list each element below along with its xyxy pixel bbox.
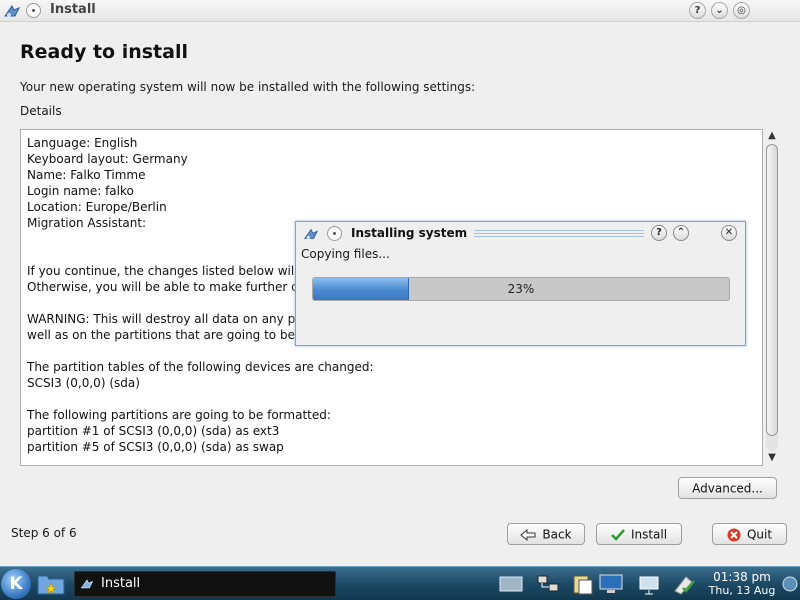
details-line: The following partitions are going to be… — [27, 408, 331, 422]
pin-icon[interactable] — [327, 226, 342, 241]
taskbar-task-install[interactable]: Install — [74, 571, 336, 597]
clock-time: 01:38 pm — [713, 570, 771, 584]
step-indicator: Step 6 of 6 — [11, 526, 77, 540]
intro-text: Your new operating system will now be in… — [20, 80, 476, 94]
monitor-icon[interactable] — [599, 573, 623, 595]
back-button-label: Back — [542, 527, 572, 542]
desktop-switcher-icon[interactable] — [499, 573, 523, 595]
installing-dialog[interactable]: Installing system ? ⌃ ✕ Copying files...… — [295, 221, 746, 346]
maximize-icon[interactable]: ◎ — [733, 2, 750, 19]
window-title: Install — [50, 2, 96, 17]
details-label: Details — [20, 104, 62, 118]
details-scrollbar[interactable]: ▲ ▼ — [764, 129, 780, 466]
details-line: Login name: falko — [27, 184, 134, 198]
installer-app-icon — [80, 579, 94, 589]
task-label: Install — [101, 576, 141, 591]
details-line — [27, 391, 374, 407]
install-button[interactable]: Install — [596, 523, 682, 545]
installer-app-icon — [4, 5, 21, 17]
dialog-titlebar[interactable]: Installing system ? ⌃ ✕ — [296, 222, 745, 245]
quit-button-label: Quit — [746, 527, 773, 542]
details-line: Name: Falko Timme — [27, 168, 146, 182]
details-line: SCSI3 (0,0,0) (sda) — [27, 376, 140, 390]
page-title: Ready to install — [20, 41, 188, 63]
back-arrow-icon — [520, 528, 536, 541]
back-button[interactable]: Back — [507, 523, 585, 545]
details-line: Location: Europe/Berlin — [27, 200, 167, 214]
taskbar: K Install 01:38 pm Thu, 13 Aug — [0, 566, 800, 600]
kmenu-button[interactable]: K — [1, 569, 31, 599]
scroll-thumb[interactable] — [766, 144, 778, 436]
details-line: partition #5 of SCSI3 (0,0,0) (sda) as s… — [27, 440, 284, 454]
collapse-icon[interactable]: ⌃ — [673, 225, 689, 241]
install-button-label: Install — [630, 527, 668, 542]
installer-app-icon — [303, 228, 319, 240]
clock-date: Thu, 13 Aug — [708, 584, 776, 597]
install-progress-bar: 23% — [312, 277, 730, 301]
updates-icon[interactable] — [672, 573, 696, 595]
minimize-icon[interactable]: ⌄ — [711, 2, 728, 19]
scroll-down-icon[interactable]: ▼ — [764, 451, 780, 465]
progress-label: 23% — [507, 282, 535, 296]
window-titlebar[interactable]: Install ? ⌄ ◎ — [0, 0, 800, 22]
dialog-title: Installing system — [351, 226, 468, 240]
details-line: Language: English — [27, 136, 138, 150]
scroll-track[interactable] — [766, 144, 778, 451]
folder-star-icon[interactable] — [37, 571, 65, 596]
checkmark-icon — [611, 528, 625, 541]
titlebar-decoration — [474, 230, 644, 239]
advanced-button[interactable]: Advanced... — [678, 477, 777, 499]
panel-toolbox-icon[interactable] — [781, 573, 799, 595]
network-icon[interactable] — [536, 573, 560, 595]
scroll-up-icon[interactable]: ▲ — [764, 129, 780, 143]
pin-icon[interactable] — [26, 3, 41, 18]
clock[interactable]: 01:38 pm Thu, 13 Aug — [702, 570, 782, 598]
quit-icon — [727, 528, 741, 541]
close-icon[interactable]: ✕ — [721, 225, 737, 241]
quit-button[interactable]: Quit — [712, 523, 787, 545]
help-icon[interactable]: ? — [689, 2, 706, 19]
details-line: partition #1 of SCSI3 (0,0,0) (sda) as e… — [27, 424, 280, 438]
dialog-status: Copying files... — [301, 247, 390, 261]
advanced-button-label: Advanced... — [692, 481, 763, 496]
clipboard-icon[interactable] — [571, 573, 595, 595]
device-notifier-icon[interactable] — [637, 573, 661, 595]
details-line: Keyboard layout: Germany — [27, 152, 188, 166]
help-icon[interactable]: ? — [651, 225, 667, 241]
details-line: The partition tables of the following de… — [27, 360, 374, 374]
